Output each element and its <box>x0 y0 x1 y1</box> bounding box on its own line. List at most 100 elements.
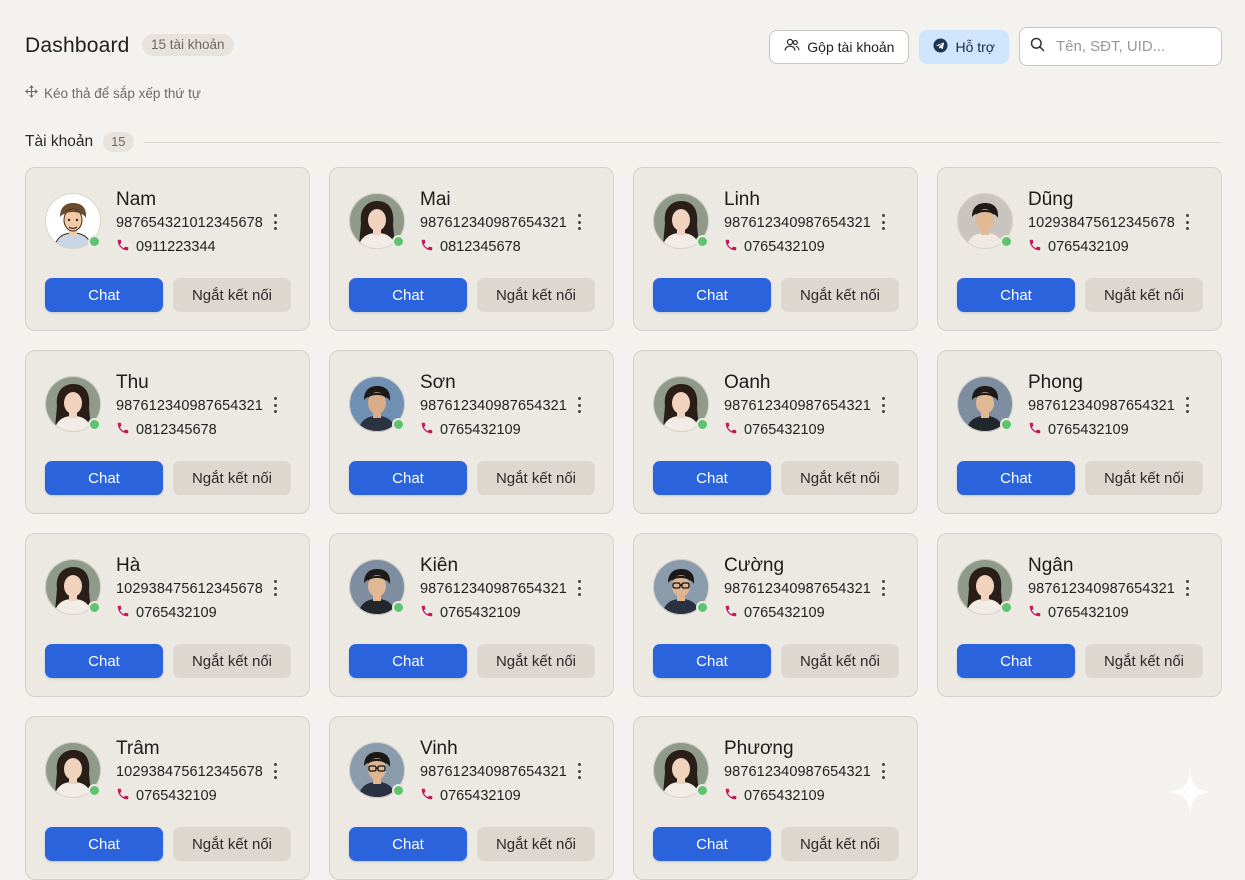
disconnect-button[interactable]: Ngắt kết nối <box>781 644 899 678</box>
account-phone: 0765432109 <box>1028 604 1129 622</box>
more-options-icon[interactable] <box>573 578 585 598</box>
more-options-icon[interactable] <box>269 395 281 415</box>
more-options-icon[interactable] <box>1181 395 1193 415</box>
online-status-dot <box>392 601 405 614</box>
account-card[interactable]: Cường 987612340987654321 0765432109 Chat… <box>633 533 918 697</box>
phone-number: 0765432109 <box>1048 605 1129 621</box>
more-options-icon[interactable] <box>877 212 889 232</box>
header-actions: Gộp tài khoản Hỗ trợ <box>769 27 1222 66</box>
account-name: Phong <box>1028 372 1083 393</box>
phone-number: 0911223344 <box>136 239 216 255</box>
disconnect-button[interactable]: Ngắt kết nối <box>173 461 291 495</box>
account-phone: 0911223344 <box>116 238 216 256</box>
chat-button[interactable]: Chat <box>45 461 163 495</box>
section-count-badge: 15 <box>103 132 134 152</box>
disconnect-button[interactable]: Ngắt kết nối <box>781 827 899 861</box>
search-box[interactable] <box>1019 27 1222 66</box>
account-uid: 987612340987654321 <box>724 215 871 231</box>
phone-icon <box>116 238 130 256</box>
chat-button[interactable]: Chat <box>957 278 1075 312</box>
phone-number: 0765432109 <box>744 605 825 621</box>
chat-button[interactable]: Chat <box>653 827 771 861</box>
disconnect-button[interactable]: Ngắt kết nối <box>781 461 899 495</box>
account-card[interactable]: Linh 987612340987654321 0765432109 Chat … <box>633 167 918 331</box>
account-phone: 0765432109 <box>116 787 217 805</box>
chat-button[interactable]: Chat <box>45 644 163 678</box>
more-options-icon[interactable] <box>269 212 281 232</box>
chat-button[interactable]: Chat <box>653 278 771 312</box>
more-options-icon[interactable] <box>573 395 585 415</box>
account-uid: 987612340987654321 <box>1028 581 1175 597</box>
more-options-icon[interactable] <box>573 212 585 232</box>
account-card[interactable]: Phương 987612340987654321 0765432109 Cha… <box>633 716 918 880</box>
phone-number: 0765432109 <box>440 788 521 804</box>
more-options-icon[interactable] <box>269 761 281 781</box>
chat-button[interactable]: Chat <box>45 827 163 861</box>
account-card[interactable]: Oanh 987612340987654321 0765432109 Chat … <box>633 350 918 514</box>
more-options-icon[interactable] <box>1181 578 1193 598</box>
account-card[interactable]: Thu 987612340987654321 0812345678 Chat N… <box>25 350 310 514</box>
chat-button[interactable]: Chat <box>653 644 771 678</box>
chat-button[interactable]: Chat <box>957 644 1075 678</box>
more-options-icon[interactable] <box>877 761 889 781</box>
account-phone: 0765432109 <box>1028 421 1129 439</box>
account-card[interactable]: Kiên 987612340987654321 0765432109 Chat … <box>329 533 614 697</box>
disconnect-button[interactable]: Ngắt kết nối <box>173 827 291 861</box>
account-card[interactable]: Hà 102938475612345678 0765432109 Chat Ng… <box>25 533 310 697</box>
disconnect-button[interactable]: Ngắt kết nối <box>477 827 595 861</box>
drag-hint: Kéo thả để sắp xếp thứ tự <box>25 85 201 101</box>
account-name: Cường <box>724 555 785 576</box>
disconnect-button[interactable]: Ngắt kết nối <box>1085 278 1203 312</box>
chat-button[interactable]: Chat <box>349 461 467 495</box>
phone-number: 0765432109 <box>136 605 217 621</box>
phone-icon <box>724 421 738 439</box>
disconnect-button[interactable]: Ngắt kết nối <box>173 278 291 312</box>
phone-number: 0765432109 <box>1048 239 1129 255</box>
account-card[interactable]: Mai 987612340987654321 0812345678 Chat N… <box>329 167 614 331</box>
account-card[interactable]: Phong 987612340987654321 0765432109 Chat… <box>937 350 1222 514</box>
phone-icon <box>724 787 738 805</box>
account-uid: 987654321012345678 <box>116 215 263 231</box>
account-card[interactable]: Dũng 102938475612345678 0765432109 Chat … <box>937 167 1222 331</box>
online-status-dot <box>696 784 709 797</box>
chat-button[interactable]: Chat <box>349 827 467 861</box>
disconnect-button[interactable]: Ngắt kết nối <box>1085 461 1203 495</box>
page-title: Dashboard <box>25 34 130 57</box>
account-uid: 987612340987654321 <box>420 581 567 597</box>
account-card[interactable]: Nam 987654321012345678 0911223344 Chat N… <box>25 167 310 331</box>
disconnect-button[interactable]: Ngắt kết nối <box>477 278 595 312</box>
support-button[interactable]: Hỗ trợ <box>919 29 1009 64</box>
more-options-icon[interactable] <box>573 761 585 781</box>
account-name: Trâm <box>116 738 160 759</box>
account-card[interactable]: Trâm 102938475612345678 0765432109 Chat … <box>25 716 310 880</box>
online-status-dot <box>1000 235 1013 248</box>
chat-button[interactable]: Chat <box>45 278 163 312</box>
more-options-icon[interactable] <box>877 578 889 598</box>
phone-icon <box>1028 604 1042 622</box>
disconnect-button[interactable]: Ngắt kết nối <box>1085 644 1203 678</box>
disconnect-button[interactable]: Ngắt kết nối <box>173 644 291 678</box>
chat-button[interactable]: Chat <box>957 461 1075 495</box>
account-card[interactable]: Sơn 987612340987654321 0765432109 Chat N… <box>329 350 614 514</box>
account-name: Kiên <box>420 555 459 576</box>
disconnect-button[interactable]: Ngắt kết nối <box>477 461 595 495</box>
move-icon <box>25 85 38 101</box>
account-name: Ngân <box>1028 555 1074 576</box>
more-options-icon[interactable] <box>877 395 889 415</box>
more-options-icon[interactable] <box>269 578 281 598</box>
account-card[interactable]: Ngân 987612340987654321 0765432109 Chat … <box>937 533 1222 697</box>
search-input[interactable] <box>1054 37 1208 56</box>
disconnect-button[interactable]: Ngắt kết nối <box>781 278 899 312</box>
phone-number: 0765432109 <box>744 422 825 438</box>
disconnect-button[interactable]: Ngắt kết nối <box>477 644 595 678</box>
merge-accounts-button[interactable]: Gộp tài khoản <box>769 29 910 64</box>
more-options-icon[interactable] <box>1181 212 1193 232</box>
phone-icon <box>724 238 738 256</box>
online-status-dot <box>1000 418 1013 431</box>
chat-button[interactable]: Chat <box>349 278 467 312</box>
account-phone: 0812345678 <box>420 238 521 256</box>
account-phone: 0765432109 <box>724 238 825 256</box>
chat-button[interactable]: Chat <box>653 461 771 495</box>
chat-button[interactable]: Chat <box>349 644 467 678</box>
account-card[interactable]: Vinh 987612340987654321 0765432109 Chat … <box>329 716 614 880</box>
